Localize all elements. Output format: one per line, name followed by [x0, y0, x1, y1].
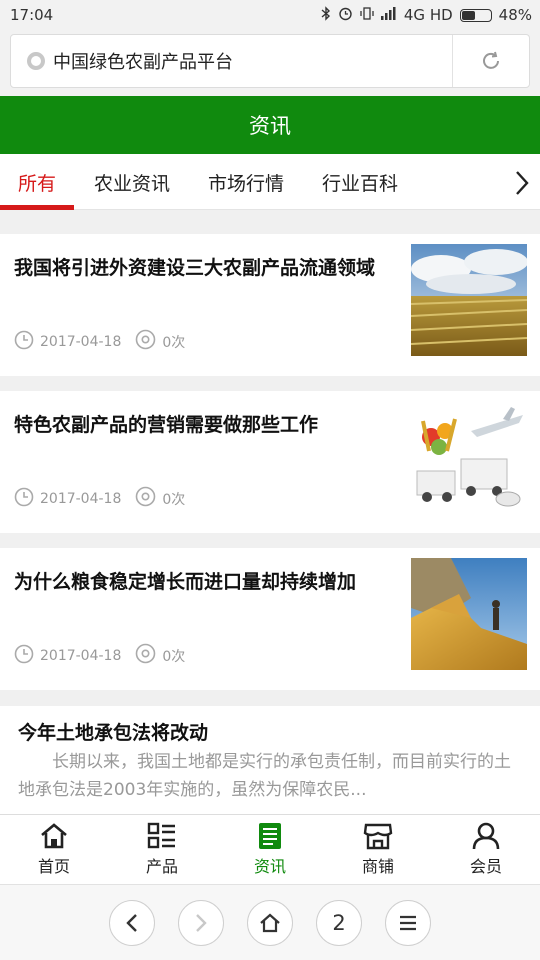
- nav-store-label: 商铺: [361, 857, 394, 876]
- clock-icon: [14, 644, 34, 668]
- news-item[interactable]: 为什么粮食稳定增长而进口量却持续增加 2017-04-18 0次: [0, 548, 540, 690]
- news-meta: 2017-04-18 0次: [14, 486, 185, 511]
- home-icon: [260, 913, 280, 933]
- news-item[interactable]: 我国将引进外资建设三大农副产品流通领域 2017-04-18 0次: [0, 234, 540, 376]
- nav-news[interactable]: 资讯: [216, 815, 324, 884]
- logistics-produce-illustration[interactable]: [411, 401, 527, 513]
- nav-store[interactable]: 商铺: [324, 815, 432, 884]
- nav-products-label: 产品: [145, 857, 178, 876]
- nav-member[interactable]: 会员: [432, 815, 540, 884]
- news-item[interactable]: 特色农副产品的营销需要做那些工作 2017-04-18 0次: [0, 391, 540, 533]
- menu-icon: [400, 915, 416, 931]
- address-bar[interactable]: 中国绿色农副产品平台: [10, 34, 530, 88]
- news-views: 0次: [162, 648, 186, 665]
- chevron-right-icon[interactable]: [514, 170, 530, 200]
- news-views: 0次: [162, 491, 186, 508]
- active-tab-indicator: [0, 205, 74, 210]
- tabs-button[interactable]: 2: [316, 900, 362, 946]
- status-icons: 4G HD 48%: [321, 5, 532, 25]
- eye-icon: [135, 329, 156, 354]
- page-title-in-address-bar[interactable]: 中国绿色农副产品平台: [53, 48, 452, 74]
- tab-market[interactable]: 市场行情: [194, 154, 298, 210]
- news-date: 2017-04-18: [40, 647, 122, 664]
- tab-all[interactable]: 所有: [0, 154, 74, 210]
- article-title[interactable]: 今年土地承包法将改动: [18, 718, 208, 745]
- news-date: 2017-04-18: [40, 490, 122, 507]
- wheat-field-photo[interactable]: [410, 244, 528, 356]
- list-icon: [147, 822, 175, 849]
- clock-icon: [14, 330, 34, 354]
- bottom-navigation: 首页 产品 资讯 商铺 会员: [0, 814, 540, 884]
- news-views: 0次: [162, 334, 186, 351]
- back-button[interactable]: [109, 900, 155, 946]
- vibrate-icon: [360, 6, 374, 25]
- news-date: 2017-04-18: [40, 333, 122, 350]
- tab-agri-news[interactable]: 农业资讯: [80, 154, 184, 210]
- back-icon: [126, 914, 137, 932]
- tab-encyclopedia[interactable]: 行业百科: [308, 154, 412, 210]
- refresh-icon[interactable]: [453, 35, 529, 87]
- news-title[interactable]: 为什么粮食稳定增长而进口量却持续增加: [14, 570, 394, 594]
- user-icon: [472, 822, 500, 850]
- tab-count: 2: [332, 911, 346, 935]
- news-meta: 2017-04-18 0次: [14, 643, 185, 668]
- browser-address-area: 中国绿色农副产品平台: [0, 30, 540, 96]
- page-title: 资讯: [0, 96, 540, 154]
- alarm-icon: [338, 6, 353, 25]
- battery-icon: [459, 8, 492, 22]
- menu-button[interactable]: [385, 900, 431, 946]
- browser-home-button[interactable]: [247, 900, 293, 946]
- grain-pile-photo[interactable]: [411, 558, 527, 670]
- nav-products[interactable]: 产品: [108, 815, 216, 884]
- eye-icon: [135, 486, 156, 511]
- article-item[interactable]: 今年土地承包法将改动 长期以来，我国土地都是实行的承包责任制，而目前实行的土地承…: [0, 706, 540, 814]
- nav-home[interactable]: 首页: [0, 815, 108, 884]
- forward-button[interactable]: [178, 900, 224, 946]
- news-title[interactable]: 特色农副产品的营销需要做那些工作: [14, 413, 394, 437]
- signal-icon: [380, 6, 397, 24]
- network-label: 4G HD: [403, 6, 453, 24]
- news-icon: [259, 823, 281, 849]
- battery-label: 48%: [498, 6, 532, 24]
- status-bar: 17:04 4G HD 48%: [0, 0, 540, 30]
- forward-icon: [196, 914, 207, 932]
- store-icon: [363, 823, 393, 850]
- nav-member-label: 会员: [469, 857, 502, 876]
- globe-icon: [27, 52, 45, 70]
- browser-toolbar: 2: [0, 884, 540, 960]
- article-excerpt: 长期以来，我国土地都是实行的承包责任制，而目前实行的土地承包法是2003年实施的…: [18, 752, 511, 800]
- nav-news-label: 资讯: [253, 857, 286, 876]
- home-icon: [41, 823, 67, 849]
- category-tabs: 所有 农业资讯 市场行情 行业百科: [0, 154, 540, 210]
- news-title[interactable]: 我国将引进外资建设三大农副产品流通领域: [14, 256, 394, 280]
- news-meta: 2017-04-18 0次: [14, 329, 185, 354]
- status-time: 17:04: [10, 6, 54, 24]
- nav-home-label: 首页: [37, 857, 70, 876]
- clock-icon: [14, 487, 34, 511]
- eye-icon: [135, 643, 156, 668]
- bluetooth-icon: [321, 5, 331, 25]
